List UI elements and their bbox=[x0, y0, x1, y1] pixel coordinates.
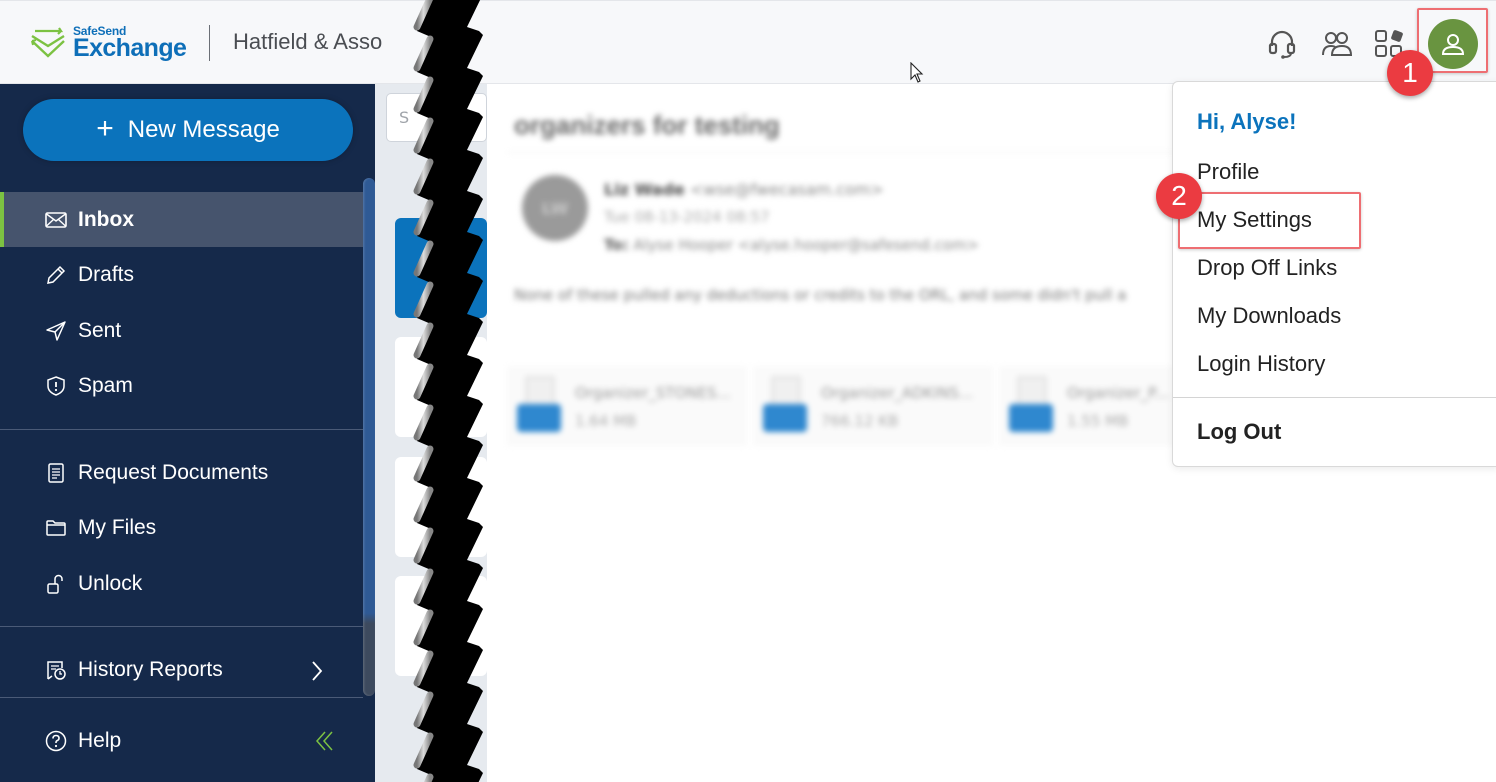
sidebar-item-label: Help bbox=[78, 728, 122, 752]
new-message-button[interactable]: + New Message bbox=[23, 99, 353, 161]
unlock-icon bbox=[44, 572, 68, 596]
logo-envelope-icon bbox=[31, 27, 65, 58]
logo-text-bottom: Exchange bbox=[73, 34, 187, 62]
email-date: Tue 08-13-2024 08:57 bbox=[604, 208, 770, 226]
attachment-name: Organizer_ADKINS... bbox=[821, 384, 973, 402]
attachment-item[interactable]: Organizer_ADKINS... 766.12 KB bbox=[753, 366, 993, 446]
user-greeting: Hi, Alyse! bbox=[1197, 109, 1297, 134]
pencil-icon bbox=[44, 263, 68, 287]
safesend-logo[interactable]: SafeSend Exchange bbox=[29, 21, 187, 65]
attachments-list: Organizer_STONES... 1.64 MB Organizer_AD… bbox=[507, 366, 1239, 446]
annotation-badge-2: 2 bbox=[1156, 173, 1202, 219]
headset-icon bbox=[1268, 30, 1296, 59]
menu-divider bbox=[1173, 397, 1496, 398]
new-message-label: New Message bbox=[127, 116, 280, 143]
recipient-line: To: Alyse Hooper <alyse.hooper@safesend.… bbox=[604, 236, 979, 254]
company-name: Hatfield & Asso bbox=[233, 29, 383, 54]
sidebar-item-sent[interactable]: Sent bbox=[0, 303, 363, 358]
support-button[interactable] bbox=[1265, 27, 1299, 61]
user-menu-dropdown: Hi, Alyse! Profile My Settings Drop Off … bbox=[1172, 81, 1496, 467]
attachment-size: 1.55 MB bbox=[1067, 412, 1129, 430]
sidebar: + New Message Inbox Drafts Sent Spam Req… bbox=[0, 84, 375, 782]
sidebar-item-label: Spam bbox=[78, 373, 133, 397]
contacts-button[interactable] bbox=[1319, 27, 1353, 61]
attachment-size: 1.64 MB bbox=[575, 412, 637, 430]
email-subject: organizers for testing bbox=[514, 110, 780, 140]
sender-avatar: LW bbox=[522, 175, 588, 241]
sidebar-item-help[interactable]: Help bbox=[0, 713, 363, 768]
sidebar-divider bbox=[0, 429, 363, 430]
sidebar-item-label: My Files bbox=[78, 515, 157, 539]
sidebar-item-label: Drafts bbox=[78, 262, 135, 286]
menu-item-drop-off-links[interactable]: Drop Off Links bbox=[1197, 255, 1337, 281]
attachment-name: Organizer_STONES... bbox=[575, 384, 731, 402]
menu-item-profile[interactable]: Profile bbox=[1197, 159, 1259, 185]
torn-edge-divider bbox=[413, 0, 483, 782]
menu-item-login-history[interactable]: Login History bbox=[1197, 351, 1325, 377]
collapse-sidebar-icon[interactable] bbox=[314, 730, 336, 752]
sidebar-item-label: Inbox bbox=[78, 207, 134, 231]
file-type-badge bbox=[1009, 404, 1053, 432]
sidebar-divider bbox=[0, 697, 363, 698]
sidebar-divider bbox=[0, 626, 363, 627]
sender-email: <wse@fwecasam.com> bbox=[689, 180, 884, 199]
folder-icon bbox=[44, 516, 68, 540]
sidebar-item-drafts[interactable]: Drafts bbox=[0, 247, 363, 302]
top-header: SafeSend Exchange Hatfield & Asso bbox=[0, 0, 1496, 84]
to-value: Alyse Hooper <alyse.hooper@safesend.com> bbox=[633, 236, 980, 254]
sidebar-item-my-files[interactable]: My Files bbox=[0, 500, 363, 555]
paper-plane-icon bbox=[44, 319, 68, 343]
menu-item-log-out[interactable]: Log Out bbox=[1197, 419, 1281, 445]
sidebar-scrollbar[interactable] bbox=[363, 178, 375, 696]
sender-name: Liz Wade bbox=[604, 180, 685, 199]
plus-icon: + bbox=[96, 111, 114, 145]
file-type-badge bbox=[763, 404, 807, 432]
sidebar-item-unlock[interactable]: Unlock bbox=[0, 556, 363, 611]
envelope-icon bbox=[44, 208, 68, 232]
sidebar-item-label: Sent bbox=[78, 318, 122, 342]
subject-divider bbox=[507, 152, 1207, 153]
sidebar-item-label: Unlock bbox=[78, 571, 143, 595]
contacts-icon bbox=[1322, 32, 1352, 56]
sidebar-item-history-reports[interactable]: History Reports bbox=[0, 642, 363, 697]
app-window: SafeSend Exchange Hatfield & Asso 1 + Ne… bbox=[0, 0, 1496, 782]
sidebar-item-inbox[interactable]: Inbox bbox=[0, 192, 363, 247]
mouse-cursor-icon bbox=[910, 62, 924, 83]
annotation-badge-1: 1 bbox=[1387, 50, 1433, 96]
shield-alert-icon bbox=[44, 374, 68, 398]
header-divider bbox=[209, 25, 210, 61]
sidebar-item-request-documents[interactable]: Request Documents bbox=[0, 445, 363, 500]
sidebar-item-spam[interactable]: Spam bbox=[0, 358, 363, 413]
help-circle-icon bbox=[44, 729, 68, 753]
sidebar-item-label: History Reports bbox=[78, 657, 223, 681]
menu-item-my-downloads[interactable]: My Downloads bbox=[1197, 303, 1341, 329]
attachment-size: 766.12 KB bbox=[821, 412, 899, 430]
history-report-icon bbox=[44, 658, 68, 682]
annotation-highlight-2 bbox=[1178, 192, 1361, 249]
to-label: To: bbox=[604, 236, 629, 254]
chevron-right-icon bbox=[312, 661, 323, 681]
torn-edge-highlight bbox=[423, 773, 434, 782]
document-icon bbox=[44, 461, 68, 485]
file-type-badge bbox=[517, 404, 561, 432]
attachment-name: Organizer_P... bbox=[1067, 384, 1169, 402]
sidebar-item-label: Request Documents bbox=[78, 460, 269, 484]
email-body: None of these pulled any deductions or c… bbox=[514, 286, 1127, 304]
sender-line: Liz Wade <wse@fwecasam.com> bbox=[604, 180, 884, 199]
attachment-item[interactable]: Organizer_STONES... 1.64 MB bbox=[507, 366, 747, 446]
